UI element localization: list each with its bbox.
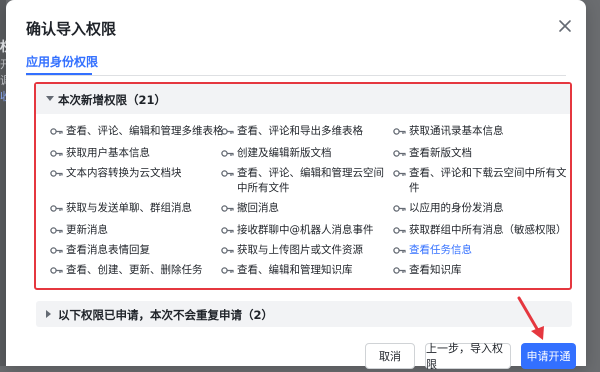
permission-label: 文本内容转换为云文档块 xyxy=(66,167,182,179)
key-icon xyxy=(221,170,234,177)
permission-item: 查看、编辑和管理知识库 xyxy=(221,263,412,278)
permission-label: 接收群聊中@机器人消息事件 xyxy=(237,224,374,236)
permission-label: 获取通讯录基本信息 xyxy=(409,125,504,137)
previous-step-button[interactable]: 上一步，导入权限 xyxy=(425,342,511,371)
permission-label: 查看、创建、更新、删除任务 xyxy=(66,264,203,276)
close-icon[interactable] xyxy=(556,17,574,35)
section-title: 以下权限已申请，本次不会重复申请（2） xyxy=(58,308,273,322)
import-permissions-dialog: 确认导入权限 应用身份权限 本次新增权限（21） 查看、评论、编辑和管理多维表格… xyxy=(6,0,586,371)
cancel-button[interactable]: 取消 xyxy=(365,343,415,369)
permission-label: 获取用户基本信息 xyxy=(66,147,150,159)
key-icon xyxy=(221,267,234,274)
permission-label: 查看、评论和导出多维表格 xyxy=(237,125,363,137)
permission-label: 获取群组中所有消息（敏感权限） xyxy=(409,224,567,236)
arrow-annotation-icon xyxy=(517,296,544,340)
key-icon xyxy=(393,267,406,274)
permission-item: 查看新版文档 xyxy=(393,146,584,161)
key-icon xyxy=(50,205,63,212)
key-icon xyxy=(393,128,406,135)
key-icon xyxy=(50,247,63,254)
permission-item: 查看、评论、编辑和管理多维表格 xyxy=(50,124,241,139)
apply-button[interactable]: 申请开通 xyxy=(521,343,576,369)
key-icon xyxy=(50,128,63,135)
key-icon xyxy=(393,170,406,177)
permission-label: 查看、评论、编辑和管理云空间中所有文件 xyxy=(237,167,384,194)
permission-label: 查看、评论和下载云空间中所有文件 xyxy=(409,167,567,194)
permission-item: 更新消息 xyxy=(50,223,241,238)
key-icon xyxy=(50,170,63,177)
section-title: 本次新增权限（21） xyxy=(58,93,167,107)
new-permissions-header[interactable]: 本次新增权限（21） xyxy=(36,84,570,114)
key-icon xyxy=(393,247,406,254)
permission-item: 查看、评论、编辑和管理云空间中所有文件 xyxy=(221,166,387,196)
key-icon xyxy=(221,128,234,135)
permission-item: 撤回消息 xyxy=(221,201,412,216)
permission-item: 获取用户基本信息 xyxy=(50,146,241,161)
permission-label: 查看消息表情回复 xyxy=(66,244,150,256)
permission-label: 获取与发送单聊、群组消息 xyxy=(66,202,192,214)
permission-label: 查看任务信息 xyxy=(409,244,472,256)
permission-item: 文本内容转换为云文档块 xyxy=(50,166,241,181)
new-permissions-section: 本次新增权限（21） 查看、评论、编辑和管理多维表格 查看、评论和导出多维表格 获取… xyxy=(34,82,572,290)
permission-item: 查看知识库 xyxy=(393,263,584,278)
permission-item: 获取通讯录基本信息 xyxy=(393,124,584,139)
permission-label: 创建及编辑新版文档 xyxy=(237,147,332,159)
permission-item: 接收群聊中@机器人消息事件 xyxy=(221,223,412,238)
active-tab-indicator xyxy=(26,73,92,75)
permission-label: 查看、评论、编辑和管理多维表格 xyxy=(66,125,224,137)
tab-divider xyxy=(26,75,566,76)
permission-label: 查看新版文档 xyxy=(409,147,472,159)
permission-item: 查看、评论和导出多维表格 xyxy=(221,124,412,139)
permission-label: 更新消息 xyxy=(66,224,108,236)
permission-label: 以应用的身份发消息 xyxy=(409,202,504,214)
chevron-right-icon xyxy=(46,310,51,318)
permission-label: 撤回消息 xyxy=(237,202,279,214)
tab-app-identity-permissions[interactable]: 应用身份权限 xyxy=(26,53,98,70)
key-icon xyxy=(221,247,234,254)
key-icon xyxy=(221,205,234,212)
key-icon xyxy=(50,267,63,274)
chevron-down-icon xyxy=(46,96,54,101)
permission-item: 创建及编辑新版文档 xyxy=(221,146,412,161)
permission-label: 获取与上传图片或文件资源 xyxy=(237,244,363,256)
key-icon xyxy=(50,150,63,157)
permission-item[interactable]: 查看任务信息 xyxy=(393,243,584,258)
key-icon xyxy=(221,227,234,234)
key-icon xyxy=(221,150,234,157)
key-icon xyxy=(393,205,406,212)
key-icon xyxy=(393,227,406,234)
permission-label: 查看、编辑和管理知识库 xyxy=(237,264,353,276)
permission-item: 获取与发送单聊、群组消息 xyxy=(50,201,241,216)
dialog-title: 确认导入权限 xyxy=(26,20,117,38)
permission-item: 查看消息表情回复 xyxy=(50,243,241,258)
key-icon xyxy=(50,227,63,234)
permission-item: 获取与上传图片或文件资源 xyxy=(221,243,412,258)
permission-label: 查看知识库 xyxy=(409,264,462,276)
permission-item: 以应用的身份发消息 xyxy=(393,201,584,216)
existing-permissions-section[interactable]: 以下权限已申请，本次不会重复申请（2） xyxy=(36,301,572,327)
permission-item: 查看、评论和下载云空间中所有文件 xyxy=(393,166,574,196)
permission-item: 查看、创建、更新、删除任务 xyxy=(50,263,241,278)
key-icon xyxy=(393,150,406,157)
permission-item: 获取群组中所有消息（敏感权限） xyxy=(393,223,584,238)
